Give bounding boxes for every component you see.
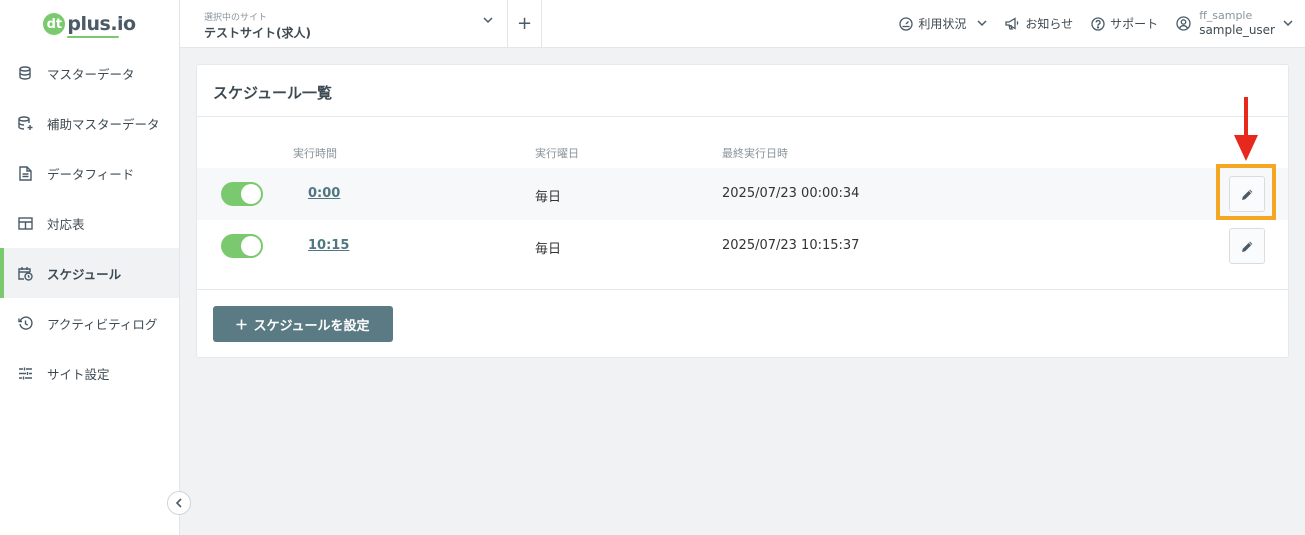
pencil-icon [1241, 241, 1252, 252]
add-schedule-button[interactable]: スケジュールを設定 [213, 306, 393, 342]
table-icon [17, 215, 33, 231]
sidebar-item-activity-log[interactable]: アクティビティログ [0, 298, 179, 348]
usage-menu[interactable]: 利用状況 [899, 15, 987, 32]
site-selector[interactable]: 選択中のサイト テストサイト(求人) [180, 0, 508, 47]
add-schedule-label: スケジュールを設定 [253, 318, 370, 334]
plus-icon [236, 319, 247, 329]
sidebar-item-schedule[interactable]: スケジュール [0, 248, 179, 298]
site-selector-value: テストサイト(求人) [204, 26, 311, 40]
logo[interactable]: dt plus.io [0, 0, 179, 48]
column-header-time: 実行時間 [293, 147, 337, 160]
enable-toggle[interactable] [221, 234, 263, 258]
help-circle-icon [1091, 16, 1105, 31]
toggle-knob [241, 184, 261, 204]
sidebar-item-label: マスターデータ [47, 66, 135, 82]
highlight-box [1216, 164, 1276, 220]
history-icon [17, 315, 33, 331]
schedule-day: 毎日 [535, 242, 562, 257]
sidebar-item-sub-master-data[interactable]: 補助マスターデータ [0, 98, 179, 148]
gauge-icon [899, 16, 914, 31]
sidebar-item-site-settings[interactable]: サイト設定 [0, 348, 179, 398]
database-plus-icon [17, 115, 33, 131]
user-name: sample_user [1199, 22, 1275, 37]
sidebar-item-label: サイト設定 [47, 366, 110, 382]
file-icon [17, 165, 33, 181]
schedule-last-run: 2025/07/23 00:00:34 [722, 186, 860, 201]
sidebar-item-label: データフィード [47, 166, 135, 182]
sidebar-item-label: 補助マスターデータ [47, 116, 160, 132]
toggle-knob [241, 236, 261, 256]
sidebar-nav: マスターデータ 補助マスターデータ データフィード 対応表 スケジュール アクテ… [0, 48, 179, 398]
news-label: お知らせ [1025, 17, 1074, 31]
chevron-down-icon [1283, 20, 1293, 27]
top-header: 選択中のサイト テストサイト(求人) + 利用状況 お知らせ サポート ff_s… [180, 0, 1305, 48]
column-header-day: 実行曜日 [535, 147, 579, 160]
enable-toggle[interactable] [221, 182, 263, 206]
chevron-down-icon [977, 20, 987, 27]
calendar-clock-icon [17, 265, 33, 281]
user-icon [1176, 16, 1191, 31]
sidebar-item-mapping-table[interactable]: 対応表 [0, 198, 179, 248]
schedule-day: 毎日 [535, 190, 562, 205]
logo-mark: dt [43, 13, 66, 35]
sidebar-item-label: アクティビティログ [47, 316, 158, 332]
schedule-time-link[interactable]: 10:15 [308, 238, 349, 253]
logo-underline [67, 36, 120, 38]
add-site-button[interactable]: + [508, 0, 542, 47]
table-row: 0:00 毎日 2025/07/23 00:00:34 [197, 168, 1288, 220]
sidebar-item-label: スケジュール [47, 266, 122, 282]
card-divider [197, 289, 1288, 290]
chevron-left-icon [175, 498, 182, 508]
sliders-icon [17, 365, 33, 381]
schedule-time-link[interactable]: 0:00 [308, 186, 340, 201]
database-icon [17, 65, 33, 81]
user-menu[interactable]: ff_sample sample_user [1176, 9, 1293, 38]
sidebar-item-master-data[interactable]: マスターデータ [0, 48, 179, 98]
news-link[interactable]: お知らせ [1005, 15, 1073, 32]
sidebar-item-label: 対応表 [47, 216, 85, 232]
site-selector-label: 選択中のサイト [204, 13, 268, 23]
megaphone-icon [1005, 17, 1019, 30]
arrow-down-icon [1234, 97, 1258, 161]
support-link[interactable]: サポート [1091, 15, 1158, 32]
column-header-last-run: 最終実行日時 [722, 147, 788, 160]
sidebar: dt plus.io マスターデータ 補助マスターデータ データフィード 対応表… [0, 0, 180, 535]
usage-label: 利用状況 [918, 17, 967, 31]
logo-text: plus.io [67, 13, 136, 35]
edit-button[interactable] [1229, 228, 1265, 264]
schedule-card: スケジュール一覧 実行時間 実行曜日 最終実行日時 0:00 毎日 2025/0… [196, 64, 1289, 358]
sidebar-collapse-button[interactable] [167, 491, 191, 515]
table-row: 10:15 毎日 2025/07/23 10:15:37 [197, 220, 1288, 272]
page-title: スケジュール一覧 [197, 65, 1288, 117]
chevron-down-icon [483, 17, 493, 24]
sidebar-item-data-feed[interactable]: データフィード [0, 148, 179, 198]
schedule-last-run: 2025/07/23 10:15:37 [722, 238, 860, 253]
account-name: ff_sample [1199, 9, 1253, 23]
support-label: サポート [1110, 17, 1159, 31]
